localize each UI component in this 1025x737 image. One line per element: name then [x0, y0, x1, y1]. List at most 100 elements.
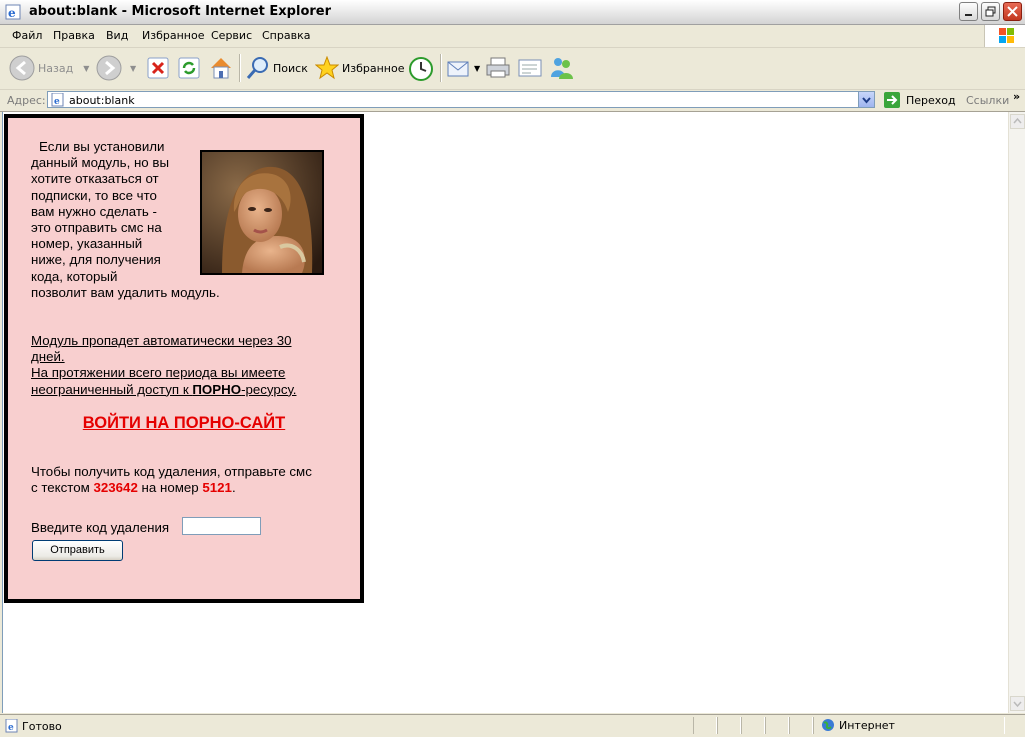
intro-line: кода, который — [31, 268, 118, 284]
refresh-button[interactable] — [178, 57, 200, 79]
back-button[interactable]: Назад ▼ — [9, 55, 89, 81]
back-arrow-icon — [9, 55, 35, 81]
notice-line: Модуль пропадет автоматически через 30 — [31, 333, 331, 349]
stop-button[interactable] — [147, 57, 169, 79]
vertical-scrollbar[interactable] — [1008, 112, 1025, 713]
window-title: about:blank - Microsoft Internet Explore… — [29, 4, 332, 19]
sms-prefix: с текстом — [31, 480, 94, 496]
menu-favorites[interactable]: Избранное — [142, 29, 204, 42]
menu-bar: Файл Правка Вид Избранное Сервис Справка — [0, 25, 1025, 48]
scroll-up-button[interactable] — [1010, 114, 1025, 129]
sms-instructions: Чтобы получить код удаления, отправьте с… — [31, 464, 312, 496]
mail-button[interactable]: ▼ — [447, 56, 480, 80]
back-dropdown-icon[interactable]: ▼ — [83, 64, 89, 73]
intro-text: Если вы установили данный модуль, но вы … — [31, 139, 331, 398]
intro-line: данный модуль, но вы — [31, 155, 170, 171]
search-button[interactable]: Поиск — [246, 56, 308, 80]
notice-line: дней. — [31, 349, 331, 365]
home-button[interactable] — [208, 55, 234, 81]
links-more-button[interactable]: » — [1013, 90, 1020, 103]
home-icon — [211, 58, 231, 79]
intro-line: хотите отказаться от — [31, 171, 159, 187]
scroll-up-icon — [1013, 117, 1022, 124]
close-icon — [1007, 6, 1018, 17]
star-icon — [315, 56, 339, 80]
svg-text:e: e — [8, 723, 14, 733]
scroll-down-icon — [1013, 701, 1022, 708]
mail-dropdown-icon[interactable]: ▼ — [474, 64, 480, 73]
windows-logo — [984, 25, 1025, 47]
minimize-button[interactable] — [959, 2, 978, 21]
menu-edit[interactable]: Правка — [53, 29, 95, 42]
svg-text:e: e — [8, 6, 16, 20]
intro-line: вам нужно сделать - — [31, 203, 157, 219]
intro-line: Если вы установили — [39, 139, 165, 154]
page-status-icon: e — [5, 719, 18, 733]
security-zone[interactable]: Интернет — [821, 718, 895, 732]
sms-number: 5121 — [202, 480, 232, 496]
intro-line: ниже, для получения — [31, 252, 161, 268]
ransom-panel: Если вы установили данный модуль, но вы … — [4, 114, 364, 603]
minimize-icon — [965, 14, 972, 16]
close-button[interactable] — [1003, 2, 1022, 21]
ie-logo-icon: e — [5, 4, 21, 20]
links-toolbar[interactable]: Ссылки — [966, 94, 1009, 107]
intro-line: позволит вам удалить модуль. — [31, 284, 220, 300]
standard-toolbar: Назад ▼ ▼ Поиск Избранное ▼ — [0, 48, 1025, 90]
go-button[interactable]: Переход — [884, 92, 956, 108]
mail-icon — [447, 61, 469, 77]
title-bar[interactable]: e about:blank - Microsoft Internet Explo… — [0, 0, 1025, 25]
edit-page-icon — [518, 59, 542, 77]
history-button[interactable] — [408, 56, 434, 82]
restore-icon — [985, 6, 996, 17]
sms-end: . — [231, 480, 236, 496]
intro-line: подписки, то все что — [31, 187, 157, 203]
svg-text:e: e — [54, 97, 60, 107]
messenger-icon — [551, 58, 573, 79]
address-label: Адрес: — [7, 94, 46, 107]
chevron-down-icon — [862, 97, 871, 104]
sms-mid: на номер — [137, 480, 203, 496]
go-label: Переход — [906, 93, 956, 107]
history-icon — [409, 57, 433, 81]
forward-button[interactable]: ▼ — [96, 55, 136, 81]
menu-help[interactable]: Справка — [262, 29, 310, 42]
sms-code: 323642 — [93, 480, 138, 496]
favorites-button[interactable]: Избранное — [315, 56, 404, 80]
search-label: Поиск — [273, 61, 308, 75]
address-input[interactable]: e about:blank — [47, 91, 875, 108]
notice-text: -ресурсу. — [241, 381, 297, 397]
messenger-button[interactable] — [549, 55, 575, 81]
forward-dropdown-icon[interactable]: ▼ — [130, 64, 136, 73]
status-text: Готово — [22, 720, 62, 733]
removal-code-input[interactable] — [182, 517, 261, 535]
status-cell — [789, 717, 813, 734]
notice-line: неограниченный доступ к ПОРНО-ресурсу. — [31, 382, 331, 398]
enter-site-link[interactable]: ВОЙТИ НА ПОРНО-САЙТ — [8, 414, 360, 433]
edit-button[interactable] — [517, 56, 543, 80]
scroll-down-button[interactable] — [1010, 696, 1025, 711]
notice-text: Модуль пропадет автоматически через 30 — [31, 333, 292, 349]
status-bar: e Готово Интернет — [0, 714, 1025, 737]
notice-text: На протяжении всего периода вы имеете — [31, 365, 286, 381]
status-cell — [693, 717, 717, 734]
sms-line: Чтобы получить код удаления, отправьте с… — [31, 464, 312, 479]
menu-file[interactable]: Файл — [12, 29, 42, 42]
notice-line: На протяжении всего периода вы имеете — [31, 365, 331, 381]
menu-tools[interactable]: Сервис — [211, 29, 252, 42]
toolbar-separator — [440, 54, 442, 82]
toolbar-separator — [239, 54, 241, 82]
favorites-label: Избранное — [342, 61, 405, 75]
notice-text: дней. — [31, 349, 65, 365]
intro-line: номер, указанный — [31, 236, 143, 252]
page-icon: e — [51, 93, 64, 107]
address-dropdown-button[interactable] — [858, 92, 874, 107]
restore-button[interactable] — [981, 2, 1000, 21]
submit-button[interactable]: Отправить — [32, 540, 123, 561]
print-button[interactable] — [485, 56, 511, 80]
status-cell — [765, 717, 789, 734]
go-arrow-icon — [884, 92, 900, 108]
printer-icon — [486, 57, 510, 78]
search-icon — [246, 57, 268, 79]
menu-view[interactable]: Вид — [106, 29, 128, 42]
